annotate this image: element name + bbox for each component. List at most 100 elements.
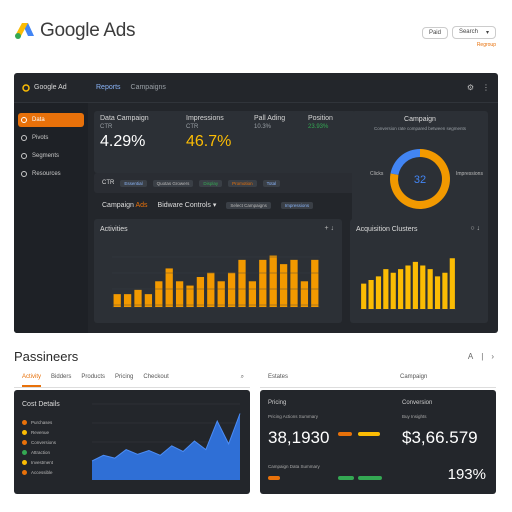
tab-products[interactable]: Products bbox=[81, 374, 105, 387]
cost-details-card: Cost Details Purchases Revenue Conversio… bbox=[14, 390, 250, 494]
tab-bidders[interactable]: Bidders bbox=[51, 374, 71, 387]
stats-card: Pricing Conversion Pricing Actions Summa… bbox=[260, 390, 496, 494]
bar bbox=[398, 269, 404, 309]
donut-slice bbox=[390, 149, 420, 175]
sidebar-item-data[interactable]: Data bbox=[18, 113, 84, 127]
donut-value: 32 bbox=[414, 174, 426, 186]
activities-bar-chart bbox=[112, 255, 320, 308]
campaign-bar: Campaign Ads Bidware Controls ▾ Select C… bbox=[94, 197, 356, 213]
brand-title: Google Ads bbox=[40, 20, 136, 41]
gear-icon[interactable]: ⚙ bbox=[467, 83, 474, 92]
circle-icon bbox=[21, 117, 27, 123]
tab-reports[interactable]: Reports bbox=[96, 84, 121, 91]
bar bbox=[217, 281, 225, 307]
dashboard-panel: Google Ad Reports Campaigns ⚙ ⋮ Data Piv… bbox=[14, 73, 498, 333]
acquisition-bar-chart bbox=[360, 258, 456, 310]
bar bbox=[375, 276, 382, 309]
bidware-label: Bidware Controls bbox=[157, 202, 211, 209]
tab-activity[interactable]: Activity bbox=[22, 374, 42, 387]
sidebar-item-resources[interactable]: Resources bbox=[18, 167, 84, 181]
top-controls: Paid Search ▾ Regroup bbox=[421, 26, 496, 48]
sidebar-item-label: Pivots bbox=[32, 135, 49, 141]
area-fill bbox=[92, 413, 240, 480]
chip-impressions[interactable]: Impressions bbox=[280, 201, 314, 209]
search-select[interactable]: Search ▾ bbox=[451, 26, 496, 39]
brand: Google Ads bbox=[14, 20, 136, 42]
regroup-link[interactable]: Regroup bbox=[477, 42, 496, 48]
dashboard-header: Google Ad Reports Campaigns ⚙ ⋮ bbox=[14, 73, 498, 103]
stat-sub-pricing: Pricing Actions Summary bbox=[268, 414, 319, 419]
donut-left-label: Clicks bbox=[370, 171, 384, 177]
bar bbox=[207, 272, 215, 307]
chip-display[interactable]: Display bbox=[199, 179, 223, 187]
chip-select-campaigns[interactable]: Select Campaigns bbox=[226, 201, 271, 209]
more-icon[interactable]: ⋮ bbox=[482, 83, 490, 92]
stat-footer: Campaign Data Summary bbox=[268, 464, 320, 469]
cost-area-chart bbox=[91, 403, 241, 480]
chevron-down-icon: ▾ bbox=[485, 30, 489, 36]
bar bbox=[368, 280, 374, 309]
bar bbox=[155, 281, 163, 307]
chip-quotas[interactable]: Quotas Growers bbox=[152, 179, 194, 187]
bar bbox=[259, 259, 267, 307]
sidebar-item-segments[interactable]: Segments bbox=[18, 149, 84, 163]
section-title: Passineers bbox=[14, 349, 79, 364]
bar bbox=[186, 285, 194, 307]
right-tabs: Estates Campaign bbox=[260, 374, 496, 388]
stat-value-conversion: $3,66.579 bbox=[402, 428, 478, 447]
circle-icon bbox=[21, 135, 27, 141]
search-select-label: Search bbox=[458, 29, 478, 35]
campaign-donut-card: Campaign Conversion rate compared betwee… bbox=[352, 111, 488, 225]
donut-right-label: Impressions bbox=[456, 171, 483, 177]
bar bbox=[420, 265, 426, 309]
kpi-data-campaign[interactable]: Data Campaign CTR 4.29% bbox=[100, 115, 184, 151]
tab-campaigns[interactable]: Campaigns bbox=[131, 84, 166, 91]
bar bbox=[390, 272, 396, 309]
search-icon[interactable]: ⌕ bbox=[241, 374, 244, 387]
google-ads-logo-icon bbox=[14, 21, 34, 41]
bar bbox=[427, 269, 433, 309]
bar bbox=[449, 258, 455, 309]
bidware-dropdown[interactable]: Bidware Controls ▾ bbox=[158, 201, 217, 209]
bar bbox=[134, 289, 142, 307]
strip-label: CTR bbox=[102, 180, 115, 186]
bar bbox=[442, 272, 448, 309]
tab-checkout[interactable]: Checkout bbox=[143, 374, 168, 387]
kpi-row: Data Campaign CTR 4.29% Impressions CTR … bbox=[94, 111, 356, 173]
chevron-right-icon[interactable]: › bbox=[491, 352, 494, 361]
font-size-icon[interactable]: A bbox=[468, 352, 473, 361]
sidebar-item-pivots[interactable]: Pivots bbox=[18, 131, 84, 145]
donut-chart: 32 Clicks Impressions bbox=[370, 149, 483, 209]
mini-bar-orange bbox=[338, 432, 352, 436]
paid-button[interactable]: Paid bbox=[421, 26, 448, 39]
activities-chart-card: Activities + ↓ bbox=[94, 219, 342, 323]
bar bbox=[248, 281, 257, 307]
chip-promotion[interactable]: Promotion bbox=[228, 179, 257, 187]
header-actions: ⚙ ⋮ bbox=[467, 83, 490, 92]
stat-title-pricing: Pricing bbox=[268, 400, 287, 406]
tab-campaign[interactable]: Campaign bbox=[400, 374, 427, 387]
app-label: Google Ad bbox=[22, 83, 96, 92]
acquisition-chart-card: Acquisition Clusters ○ ↓ bbox=[350, 219, 488, 323]
stat-percent: 193% bbox=[447, 466, 486, 483]
bar bbox=[290, 259, 298, 307]
bar bbox=[165, 268, 173, 307]
stat-title-conversion: Conversion bbox=[402, 400, 433, 406]
bar bbox=[196, 277, 205, 307]
bar bbox=[279, 264, 288, 307]
tab-pricing[interactable]: Pricing bbox=[115, 374, 133, 387]
sidebar-item-label: Resources bbox=[32, 171, 61, 177]
chevron-down-icon: ▾ bbox=[212, 202, 217, 209]
tab-estates[interactable]: Estates bbox=[260, 374, 400, 387]
sidebar-item-label: Segments bbox=[32, 153, 60, 159]
bar bbox=[383, 269, 389, 309]
kpi-sub: CTR bbox=[100, 124, 113, 130]
kpi-value: 46.7% bbox=[186, 133, 232, 150]
lower-tabs: Activity Bidders Products Pricing Checko… bbox=[14, 374, 250, 388]
chip-essential[interactable]: Essential bbox=[120, 179, 147, 187]
chip-total[interactable]: Total bbox=[262, 179, 281, 187]
section-controls: A | › bbox=[468, 352, 494, 361]
bar bbox=[238, 259, 246, 307]
mini-bar-green bbox=[338, 476, 354, 480]
circle-icon bbox=[21, 171, 27, 177]
